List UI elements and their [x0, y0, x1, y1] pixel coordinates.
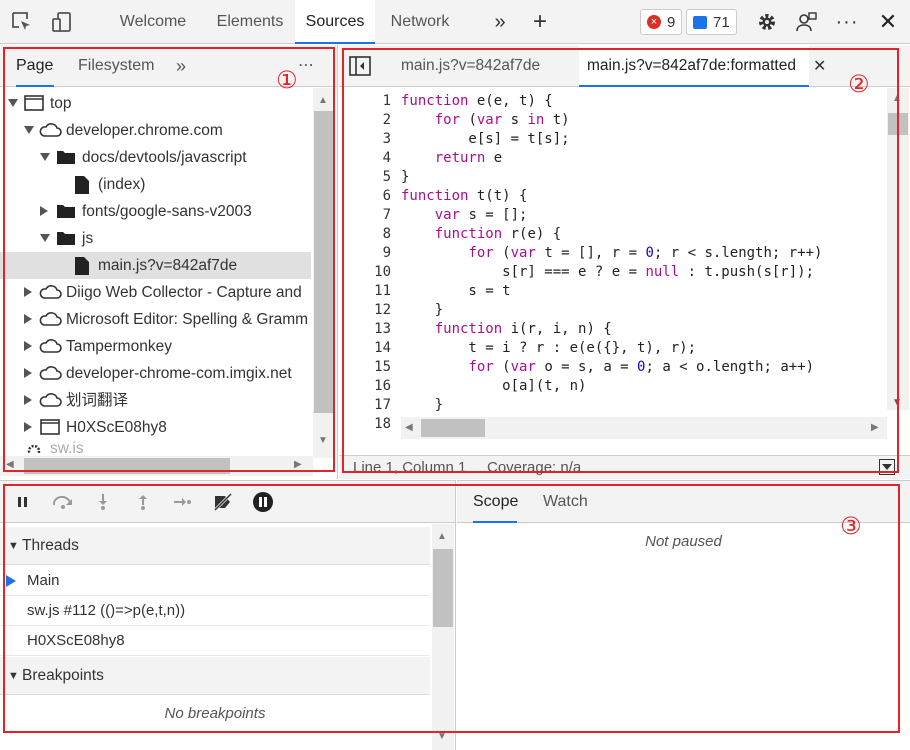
- tab-sources[interactable]: Sources: [295, 0, 375, 44]
- tab-welcome[interactable]: Welcome: [96, 0, 210, 44]
- more-tabs-chevron-icon[interactable]: »: [488, 10, 512, 34]
- annotation-box-1: [3, 47, 335, 472]
- close-devtools-icon[interactable]: ✕: [876, 9, 900, 34]
- error-count-badge[interactable]: × 9: [640, 9, 683, 35]
- device-toolbar-icon[interactable]: [50, 10, 74, 34]
- annotation-label-3: ③: [840, 512, 862, 540]
- tab-network[interactable]: Network: [380, 0, 460, 44]
- more-options-icon[interactable]: ···: [835, 10, 859, 34]
- annotation-box-2: [342, 48, 899, 473]
- customize-profile-icon[interactable]: [795, 10, 819, 34]
- settings-gear-icon[interactable]: [755, 10, 779, 34]
- error-count: 9: [667, 13, 676, 31]
- inspect-element-icon[interactable]: [10, 10, 34, 34]
- annotation-label-1: ①: [276, 66, 298, 94]
- add-tab-plus-icon[interactable]: +: [528, 8, 552, 35]
- error-icon: ×: [647, 15, 661, 29]
- message-count-badge[interactable]: 71: [686, 9, 737, 35]
- annotation-box-3: [3, 484, 900, 733]
- message-icon: [693, 15, 707, 29]
- message-count: 71: [713, 13, 730, 31]
- tab-elements[interactable]: Elements: [208, 0, 292, 44]
- devtools-top-bar: Welcome Elements Sources Network » + × 9…: [0, 0, 910, 44]
- annotation-label-2: ②: [848, 70, 870, 98]
